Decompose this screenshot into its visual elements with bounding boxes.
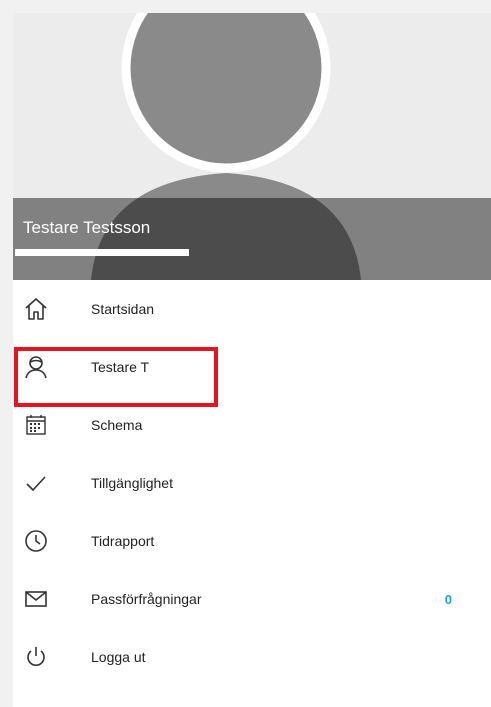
profile-header: Testare Testsson [13, 13, 491, 280]
menu-label-startsidan: Startsidan [91, 301, 155, 317]
menu-label-schema: Schema [91, 417, 143, 433]
user-name: Testare Testsson [23, 218, 151, 237]
menu-item-passforfragningar[interactable]: Passförfrågningar 0 [13, 570, 491, 628]
highlight-box [14, 347, 218, 407]
menu-item-startsidan[interactable]: Startsidan [13, 280, 491, 338]
menu-item-tidrapport[interactable]: Tidrapport [13, 512, 491, 570]
clock-icon [22, 527, 50, 555]
menu-label-logga-ut: Logga ut [91, 649, 146, 665]
check-icon [22, 469, 50, 497]
main-menu: Startsidan Testare T Schema Tillgängligh… [13, 280, 491, 686]
home-icon [22, 295, 50, 323]
menu-item-tillganglighet[interactable]: Tillgänglighet [13, 454, 491, 512]
menu-label-tidrapport: Tidrapport [91, 533, 155, 549]
profile-info-overlay [13, 198, 491, 280]
power-icon [22, 643, 50, 671]
menu-item-logga-ut[interactable]: Logga ut [13, 628, 491, 686]
calendar-icon [22, 411, 50, 439]
menu-label-passforfragningar: Passförfrågningar [91, 591, 202, 607]
request-count-badge: 0 [444, 591, 452, 607]
email-redaction-bar [15, 249, 189, 256]
mail-icon [22, 585, 50, 613]
menu-label-tillganglighet: Tillgänglighet [91, 475, 173, 491]
